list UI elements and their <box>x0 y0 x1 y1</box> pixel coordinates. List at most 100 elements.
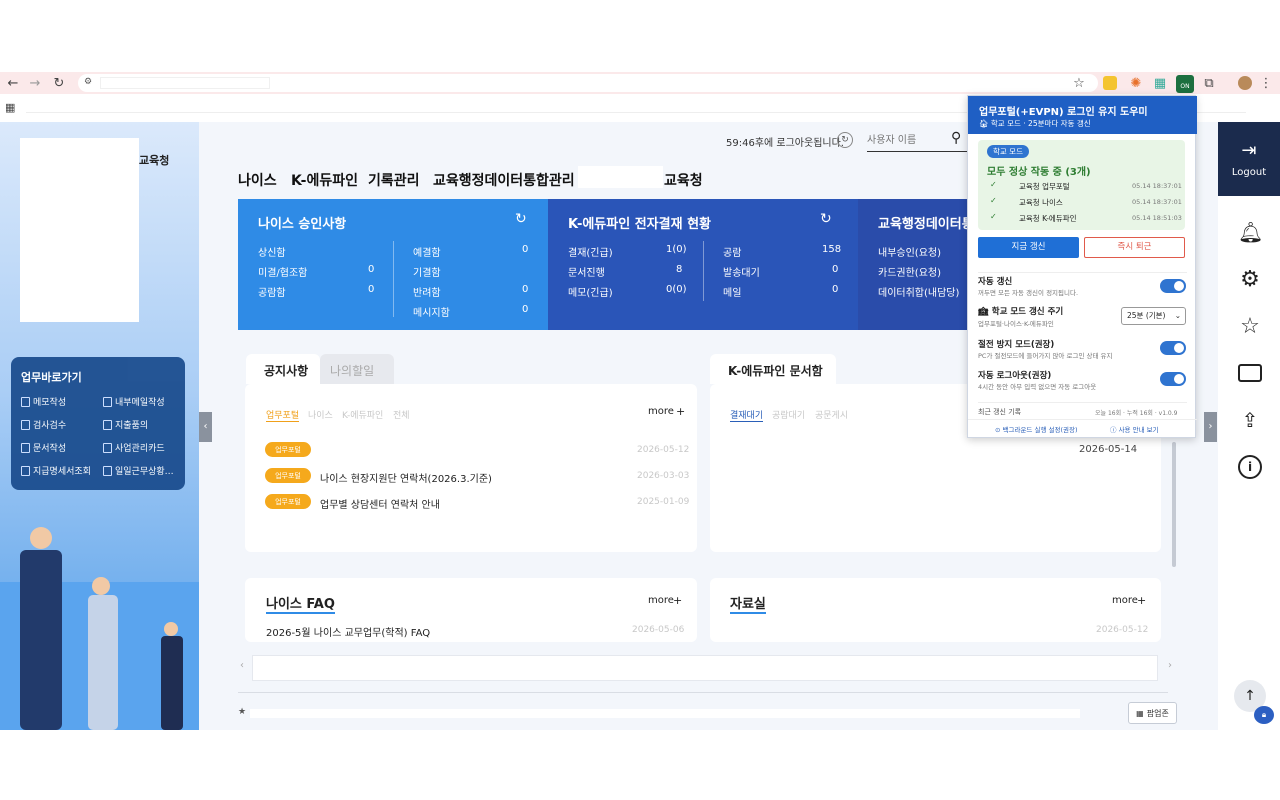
scrollbar[interactable] <box>1172 442 1176 567</box>
row-label[interactable]: 상신함 <box>258 244 286 259</box>
auto-logout-toggle[interactable] <box>1160 372 1186 386</box>
more-link[interactable]: more <box>648 406 674 417</box>
interval-select[interactable]: 25분 (기본) ⌄ <box>1121 307 1186 325</box>
refresh-icon[interactable]: ↻ <box>515 211 527 227</box>
row-label[interactable]: 공람함 <box>258 284 286 299</box>
row-label[interactable]: 발송대기 <box>723 264 760 279</box>
gear-icon[interactable]: ⚙ <box>1238 267 1262 292</box>
banner-next-icon[interactable]: › <box>1168 660 1172 671</box>
bookmark-star-icon[interactable]: ☆ <box>1070 72 1088 94</box>
quick-link-project[interactable]: 사업관리카드 <box>103 441 165 454</box>
info-icon[interactable]: i <box>1238 455 1262 479</box>
profile-avatar[interactable] <box>1238 76 1252 90</box>
star-outline-icon[interactable]: ☆ <box>1238 314 1262 339</box>
quick-link-payment[interactable]: 지급명세서조회 <box>21 464 91 477</box>
filter-kedufine[interactable]: K-에듀파인 <box>342 408 383 421</box>
leave-now-button[interactable]: 즉시 퇴근 <box>1084 237 1185 258</box>
row-label[interactable]: 메시지함 <box>413 304 450 319</box>
data-room-title[interactable]: 자료실 <box>730 593 766 614</box>
row-label[interactable]: 메일 <box>723 284 741 299</box>
notice-title[interactable]: 업무별 상담센터 연락처 안내 <box>320 496 440 511</box>
nav-records[interactable]: 기록관리 <box>368 170 420 190</box>
refresh-now-button[interactable]: 지금 갱신 <box>978 237 1079 258</box>
row-label[interactable]: 미결/협조함 <box>258 264 307 279</box>
row-label[interactable]: 내부승인(요청) <box>878 244 941 259</box>
plus-icon[interactable]: + <box>676 405 685 418</box>
quick-link-mail[interactable]: 내부메일작성 <box>103 395 165 408</box>
collapse-left-handle[interactable]: ‹ <box>199 412 212 442</box>
row-value[interactable]: 1(0) <box>666 244 687 255</box>
refresh-icon[interactable]: ↻ <box>820 211 832 227</box>
row-value[interactable]: 0 <box>522 244 528 255</box>
apps-grid-icon[interactable]: ▦ <box>5 101 15 114</box>
quick-link-doc[interactable]: 문서작성 <box>21 441 66 454</box>
more-link[interactable]: more <box>648 595 674 606</box>
row-label[interactable]: 메모(긴급) <box>568 284 613 299</box>
extensions-puzzle-icon[interactable]: ⧉ <box>1200 72 1218 94</box>
log-label[interactable]: 최근 갱신 기록 <box>978 407 1021 417</box>
reload-icon[interactable]: ↻ <box>50 72 68 94</box>
row-value[interactable]: 0 <box>368 264 374 275</box>
tab-notice[interactable]: 공지사항 <box>246 354 320 384</box>
row-value[interactable]: 8 <box>676 264 682 275</box>
row-value[interactable]: 0 <box>832 284 838 295</box>
faq-title[interactable]: 나이스 FAQ <box>266 593 335 614</box>
row-label[interactable]: 데이터취합(내담당) <box>878 284 959 299</box>
extension-on-icon[interactable]: ON <box>1176 75 1194 93</box>
quick-link-attendance[interactable]: 일일근무상황… <box>103 464 174 477</box>
extend-session-icon[interactable]: ↻ <box>837 132 853 148</box>
row-label[interactable]: 공람 <box>723 244 741 259</box>
bell-icon[interactable]: 🔔︎ <box>1238 220 1263 244</box>
row-value[interactable]: 0 <box>522 304 528 315</box>
row-value[interactable]: 158 <box>822 244 841 255</box>
quick-link-inspect[interactable]: 검사검수 <box>21 418 66 431</box>
menu-kebab-icon[interactable]: ⋮ <box>1260 72 1273 94</box>
address-bar[interactable]: ⚙ <box>78 74 1098 92</box>
tab-todo[interactable]: 나의할일 <box>320 354 394 384</box>
faq-item[interactable]: 2026-5월 나이스 교무업무(학적) FAQ <box>266 624 430 639</box>
forward-icon[interactable]: → <box>26 72 44 94</box>
row-value[interactable]: 0 <box>522 284 528 295</box>
more-link[interactable]: more <box>1112 595 1138 606</box>
back-icon[interactable]: ← <box>4 72 22 94</box>
filter-review[interactable]: 공람대기 <box>772 408 805 421</box>
briefcase-icon[interactable] <box>1238 364 1262 382</box>
row-label[interactable]: 반려함 <box>413 284 441 299</box>
row-label[interactable]: 예결함 <box>413 244 441 259</box>
row-label[interactable]: 카드권한(요청) <box>878 264 941 279</box>
logout-button[interactable]: ⇥ Logout <box>1218 122 1280 196</box>
extension-yellow-icon[interactable] <box>1103 76 1117 90</box>
row-label[interactable]: 결재(긴급) <box>568 244 613 259</box>
bg-settings-link[interactable]: ⊙ 백그라운드 실행 설정(권장) <box>995 424 1078 434</box>
notice-title[interactable]: 나이스 현장지원단 연락처(2026.3.기준) <box>320 470 492 485</box>
plus-icon[interactable]: + <box>1137 594 1146 607</box>
nav-data-integration[interactable]: 교육행정데이터통합관리 <box>433 170 575 190</box>
quick-link-expense[interactable]: 지출품의 <box>103 418 148 431</box>
filter-pending[interactable]: 결재대기 <box>730 408 764 422</box>
guide-link[interactable]: ⓘ 사용 안내 보기 <box>1110 424 1159 434</box>
row-label[interactable]: 기결함 <box>413 264 441 279</box>
plus-icon[interactable]: + <box>673 594 682 607</box>
quick-link-memo[interactable]: 메모작성 <box>21 395 66 408</box>
row-value[interactable]: 0 <box>832 264 838 275</box>
row-label[interactable]: 문서진행 <box>568 264 605 279</box>
tab-docbox[interactable]: K-에듀파인 문서함 <box>710 354 836 384</box>
nav-kedufine[interactable]: K-에듀파인 <box>291 170 358 190</box>
collapse-right-handle[interactable]: › <box>1204 412 1217 442</box>
site-info-icon[interactable]: ⚙ <box>84 77 92 87</box>
filter-board[interactable]: 공문게시 <box>815 408 848 421</box>
lock-badge-icon[interactable]: 🔒︎ <box>1254 706 1274 724</box>
search-icon[interactable]: ⚲ <box>951 130 961 146</box>
filter-portal[interactable]: 업무포털 <box>266 408 300 422</box>
row-value[interactable]: 0 <box>368 284 374 295</box>
extension-grid-icon[interactable]: ▦ <box>1152 72 1168 94</box>
sleep-prevent-toggle[interactable] <box>1160 341 1186 355</box>
nav-office[interactable]: 교육청 <box>664 170 703 190</box>
auto-refresh-toggle[interactable] <box>1160 279 1186 293</box>
filter-all[interactable]: 전체 <box>393 408 410 421</box>
banner-prev-icon[interactable]: ‹ <box>240 660 244 671</box>
share-icon[interactable]: ⇪ <box>1238 408 1262 432</box>
nav-neis[interactable]: 나이스 <box>238 170 277 190</box>
popup-zone-button[interactable]: ▦ 팝업존 <box>1128 702 1177 724</box>
row-value[interactable]: 0(0) <box>666 284 687 295</box>
